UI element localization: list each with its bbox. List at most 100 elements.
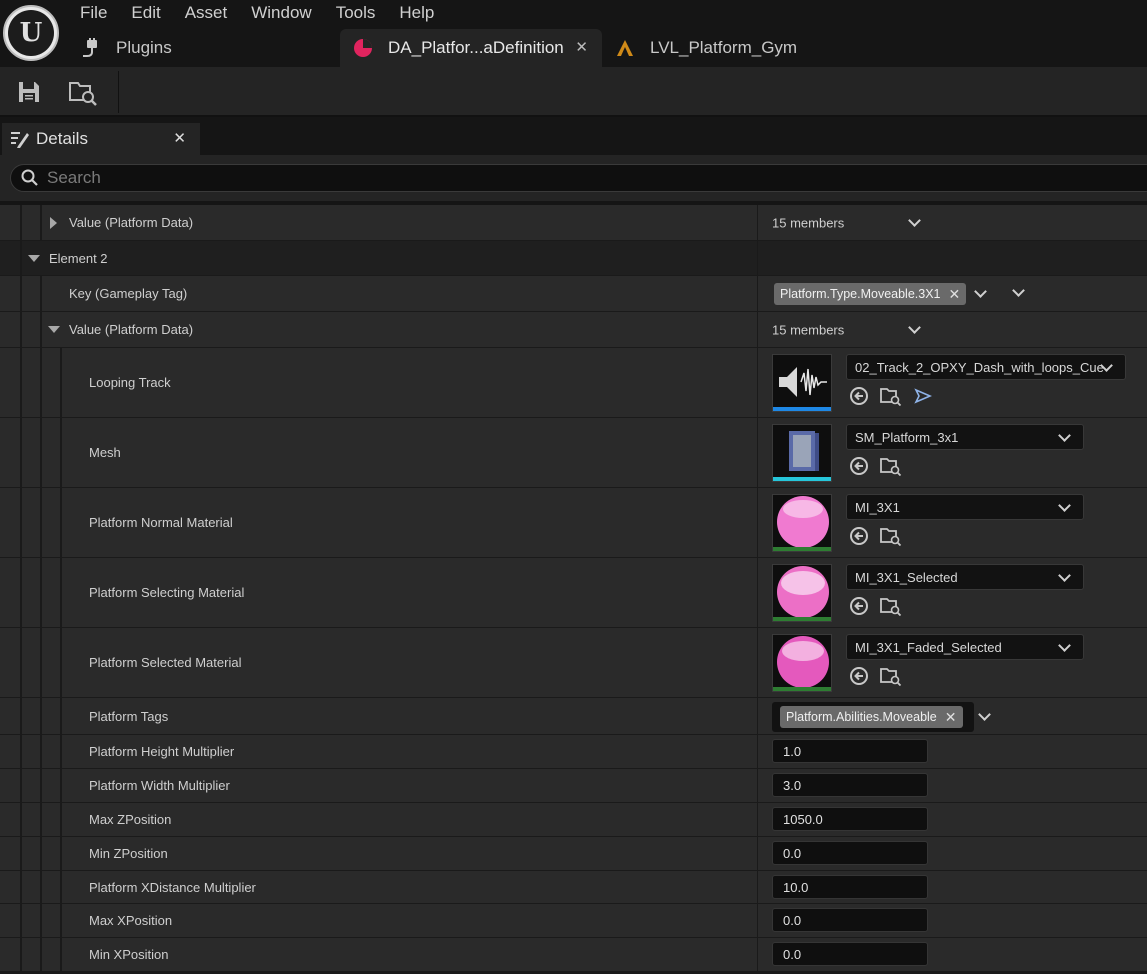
tab-plugins[interactable]: Plugins	[68, 29, 340, 67]
tab-level-label: LVL_Platform_Gym	[650, 38, 798, 57]
row-name-cell: Platform Height Multiplier	[0, 735, 757, 768]
row-selected-material[interactable]: Platform Selected Material MI_3X1_Faded_…	[0, 628, 1147, 698]
close-icon[interactable]: ✕	[575, 38, 588, 56]
row-selecting-material[interactable]: Platform Selecting Material MI_3X1_Selec…	[0, 558, 1147, 628]
asset-name: SM_Platform_3x1	[855, 429, 959, 445]
row-name-cell: Looping Track	[0, 348, 757, 417]
row-max-z[interactable]: Max ZPosition 1050.0	[0, 803, 1147, 837]
asset-name: MI_3X1_Selected	[855, 569, 958, 585]
reset-arrow-icon[interactable]	[848, 595, 870, 617]
static-mesh-thumbnail[interactable]	[772, 424, 832, 482]
close-icon[interactable]: ✕	[945, 709, 957, 726]
menu-window[interactable]: Window	[239, 0, 323, 26]
row-value-cell: 0.0	[758, 938, 1147, 971]
asset-picker-combo[interactable]: MI_3X1	[846, 494, 1084, 520]
asset-picker-combo[interactable]: MI_3X1_Faded_Selected	[846, 634, 1084, 660]
menu-tools[interactable]: Tools	[324, 0, 388, 26]
menu-help[interactable]: Help	[387, 0, 446, 26]
browse-folder-icon[interactable]	[880, 385, 902, 407]
asset-picker-combo[interactable]: SM_Platform_3x1	[846, 424, 1084, 450]
chevron-down-icon[interactable]	[908, 214, 921, 227]
asset-picker-combo[interactable]: MI_3X1_Selected	[846, 564, 1084, 590]
collapse-icon[interactable]	[28, 255, 40, 262]
row-normal-material[interactable]: Platform Normal Material MI_3X1	[0, 488, 1147, 558]
row-platform-tags[interactable]: Platform Tags Platform.Abilities.Moveabl…	[0, 698, 1147, 735]
menu-bar: File Edit Asset Window Tools Help	[68, 0, 446, 26]
row-width-multiplier[interactable]: Platform Width Multiplier 3.0	[0, 769, 1147, 803]
row-xdistance-multiplier[interactable]: Platform XDistance Multiplier 10.0	[0, 871, 1147, 904]
reset-arrow-icon[interactable]	[848, 455, 870, 477]
browse-folder-icon[interactable]	[880, 665, 902, 687]
tab-level[interactable]: LVL_Platform_Gym	[602, 29, 822, 67]
row-name-cell: Element 2	[0, 241, 757, 275]
material-thumbnail[interactable]	[772, 634, 832, 692]
save-icon[interactable]	[14, 77, 44, 107]
number-input[interactable]: 1050.0	[772, 807, 928, 831]
row-looping-track[interactable]: Looping Track 02_Track_2_OPXY_Dash_with_…	[0, 348, 1147, 418]
row-key[interactable]: Key (Gameplay Tag) Platform.Type.Moveabl…	[0, 276, 1147, 312]
property-label: Min ZPosition	[89, 846, 168, 861]
row-min-z[interactable]: Min ZPosition 0.0	[0, 837, 1147, 871]
material-thumbnail[interactable]	[772, 494, 832, 552]
search-input[interactable]	[47, 168, 847, 188]
chevron-down-icon[interactable]	[908, 321, 921, 334]
property-label: Looping Track	[89, 375, 171, 390]
number-input[interactable]: 10.0	[772, 875, 928, 899]
details-tab[interactable]: Details ✕	[2, 123, 200, 155]
number-input[interactable]: 0.0	[772, 841, 928, 865]
reset-arrow-icon[interactable]	[848, 385, 870, 407]
chevron-down-icon[interactable]	[1012, 284, 1025, 297]
chevron-down-icon[interactable]	[978, 708, 991, 721]
sound-cue-thumbnail[interactable]	[772, 354, 832, 412]
property-label: Key (Gameplay Tag)	[69, 286, 188, 301]
close-icon[interactable]: ✕	[173, 129, 186, 147]
browse-folder-icon[interactable]	[880, 525, 902, 547]
number-input[interactable]: 1.0	[772, 739, 928, 763]
reset-arrow-icon[interactable]	[848, 525, 870, 547]
number-input[interactable]: 0.0	[772, 942, 928, 966]
menu-asset[interactable]: Asset	[173, 0, 240, 26]
details-icon	[10, 129, 30, 149]
material-thumbnail[interactable]	[772, 564, 832, 622]
tab-data-asset-label: DA_Platfor...aDefinition	[388, 38, 564, 57]
property-label: Value (Platform Data)	[69, 322, 194, 337]
menu-edit[interactable]: Edit	[119, 0, 172, 26]
title-bar: U File Edit Asset Window Tools Help Plug…	[0, 0, 1147, 67]
row-value-cell: 3.0	[758, 769, 1147, 802]
collapse-icon[interactable]	[48, 326, 60, 333]
row-value-cell: 0.0	[758, 904, 1147, 937]
tab-plugins-label: Plugins	[116, 38, 172, 57]
tab-data-asset[interactable]: DA_Platfor...aDefinition ✕	[340, 29, 602, 67]
row-element-2[interactable]: Element 2	[0, 241, 1147, 276]
gameplay-tag-chip[interactable]: Platform.Abilities.Moveable ✕	[780, 706, 963, 728]
play-icon[interactable]	[912, 385, 934, 407]
row-value-cell: 1.0	[758, 735, 1147, 768]
chevron-down-icon	[1058, 639, 1071, 652]
browse-folder-icon[interactable]	[880, 595, 902, 617]
row-height-multiplier[interactable]: Platform Height Multiplier 1.0	[0, 735, 1147, 769]
row-name-cell: Min XPosition	[0, 938, 757, 971]
expand-icon[interactable]	[50, 217, 57, 229]
property-label: Value (Platform Data)	[69, 215, 194, 230]
reset-arrow-icon[interactable]	[848, 665, 870, 687]
close-icon[interactable]: ✕	[949, 286, 961, 303]
row-max-x[interactable]: Max XPosition 0.0	[0, 904, 1147, 938]
row-name-cell: Platform Selected Material	[0, 628, 757, 697]
number-input[interactable]: 3.0	[772, 773, 928, 797]
row-mesh[interactable]: Mesh SM_Platform_3x1	[0, 418, 1147, 488]
row-value-1[interactable]: Value (Platform Data) 15 members	[0, 205, 1147, 241]
property-list: Value (Platform Data) 15 members Element…	[0, 205, 1147, 974]
gameplay-tag-chip[interactable]: Platform.Type.Moveable.3X1 ✕	[774, 283, 967, 305]
chevron-down-icon[interactable]	[974, 285, 987, 298]
plugins-icon	[80, 37, 102, 59]
unreal-logo-icon[interactable]: U	[3, 5, 59, 61]
row-value-2[interactable]: Value (Platform Data) 15 members	[0, 312, 1147, 348]
menu-file[interactable]: File	[68, 0, 119, 26]
browse-icon[interactable]	[68, 77, 98, 107]
row-min-x[interactable]: Min XPosition 0.0	[0, 938, 1147, 972]
row-name-cell: Max ZPosition	[0, 803, 757, 836]
number-input[interactable]: 0.0	[772, 908, 928, 932]
asset-name: MI_3X1_Faded_Selected	[855, 639, 1002, 655]
asset-picker-combo[interactable]: 02_Track_2_OPXY_Dash_with_loops_Cue	[846, 354, 1126, 380]
browse-folder-icon[interactable]	[880, 455, 902, 477]
